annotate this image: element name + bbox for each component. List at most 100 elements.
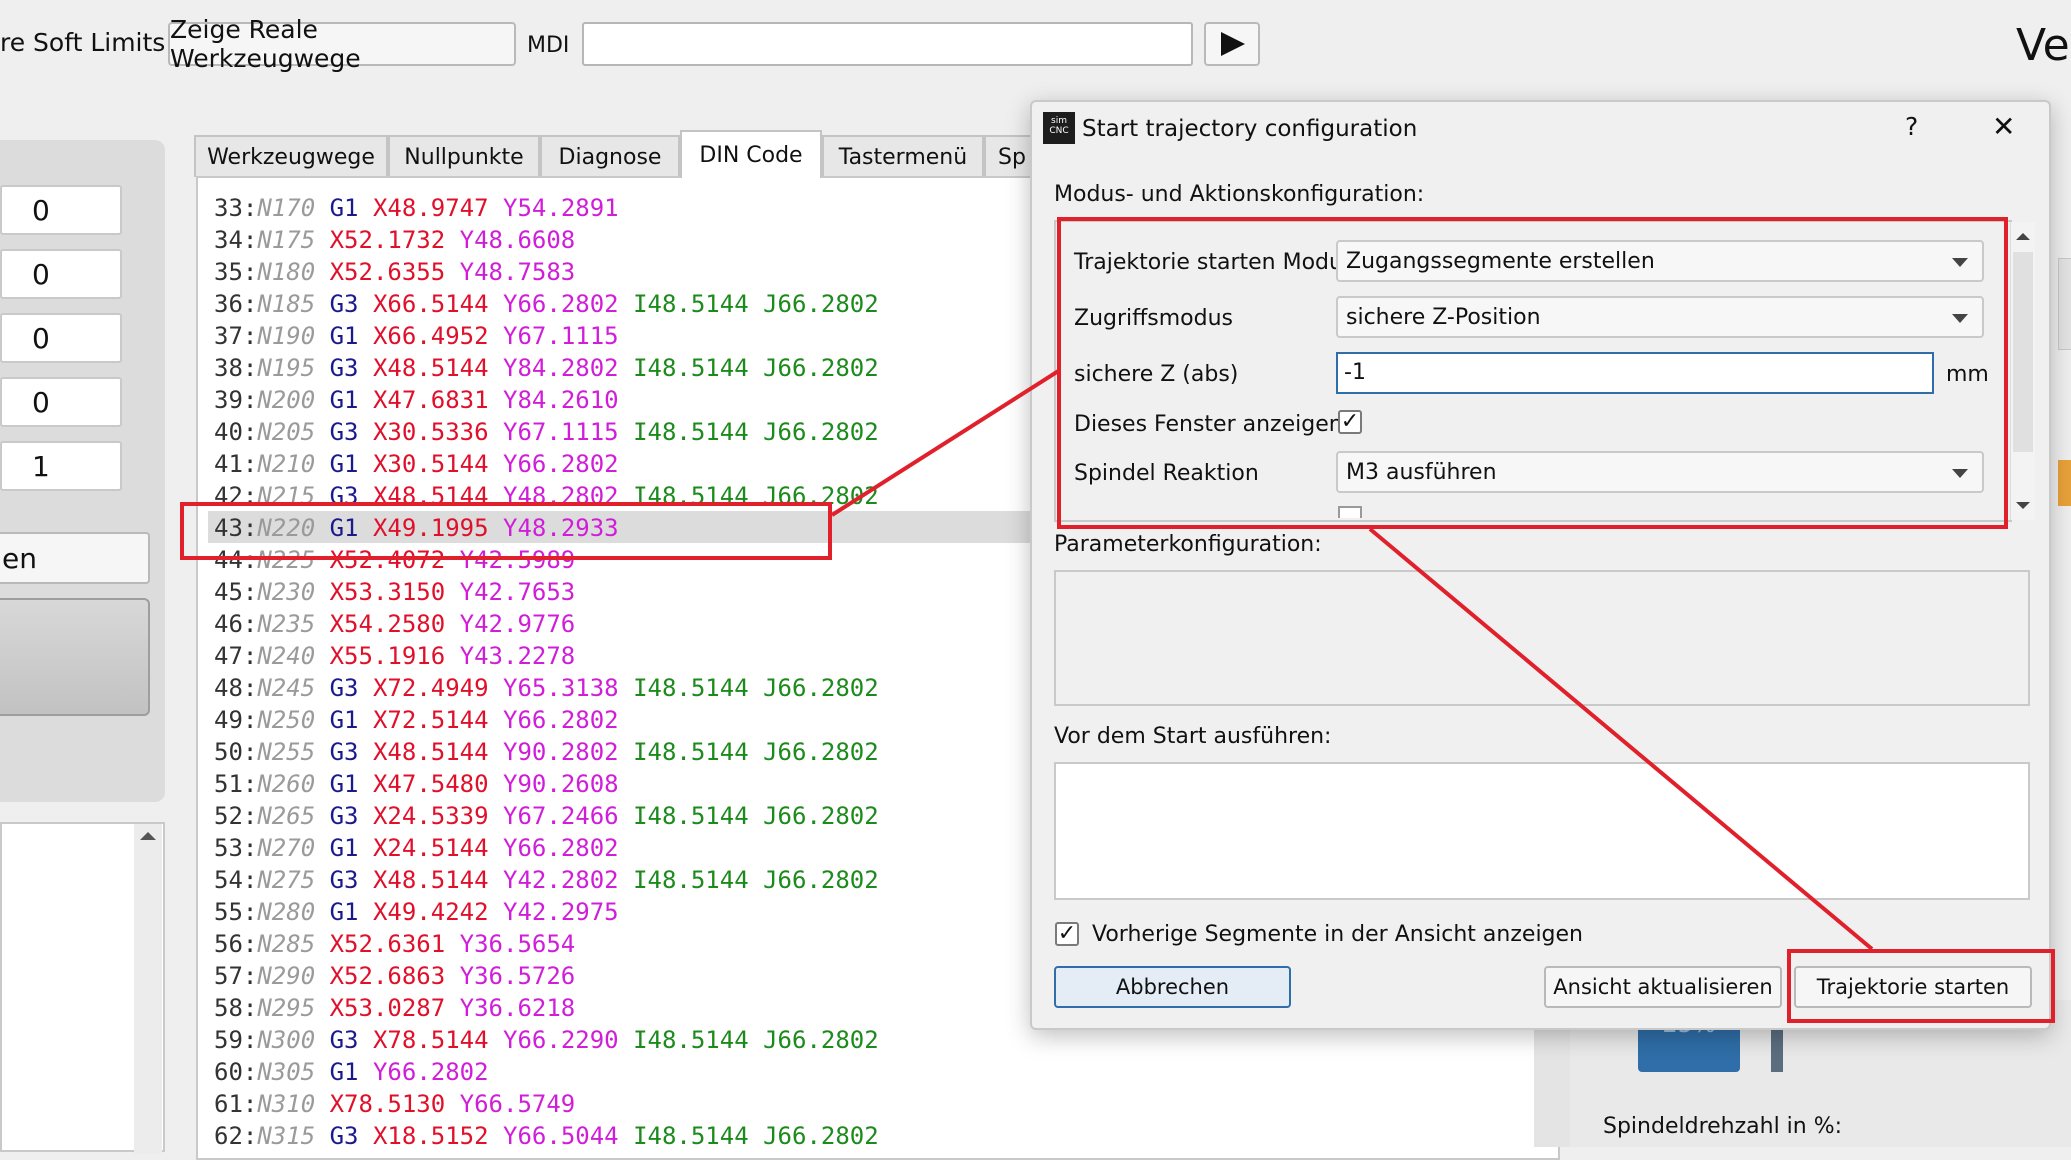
gcode-word: Y36.6218 [459,994,576,1022]
gcode-line[interactable]: 57:N290 X52.6863 Y36.5726 [214,960,575,992]
gcode-line[interactable]: 58:N295 X53.0287 Y36.6218 [214,992,575,1024]
block-number: N185 [257,290,316,318]
close-icon[interactable]: ✕ [1992,110,2015,143]
gcode-word: X18.5152 [372,1122,489,1150]
gcode-line[interactable]: 35:N180 X52.6355 Y48.7583 [214,256,575,288]
gcode-line[interactable]: 33:N170 G1 X48.9747 Y54.2891 [214,192,619,224]
gcode-word: Y67.1115 [503,322,619,350]
tab-din-code[interactable]: DIN Code [680,130,822,178]
gcode-word: Y66.2290 [503,1026,619,1054]
gcode-word: X55.1916 [329,642,446,670]
line-number: 49: [214,706,258,734]
line-number: 41: [214,450,258,478]
right-edge-widget [2058,258,2071,350]
gcode-line[interactable]: 45:N230 X53.3150 Y42.7653 [214,576,575,608]
block-number: N310 [257,1090,316,1118]
tab-nullpunkte[interactable]: Nullpunkte [388,135,540,177]
mdi-run-button[interactable] [1204,22,1260,66]
gcode-line[interactable]: 55:N280 G1 X49.4242 Y42.2975 [214,896,619,928]
gcode-line[interactable]: 47:N240 X55.1916 Y43.2278 [214,640,575,672]
mdi-input[interactable] [582,22,1193,66]
dro-field-2[interactable]: 0 [0,249,122,299]
gcode-word: G1 [329,898,359,926]
simcnc-logo-icon: sim CNC [1043,112,1075,144]
gcode-word: I48.5144 [633,738,749,766]
gcode-word: G3 [329,866,359,894]
gcode-line[interactable]: 59:N300 G3 X78.5144 Y66.2290 I48.5144 J6… [214,1024,879,1056]
dro-field-5[interactable]: 1 [0,441,122,491]
gcode-line[interactable]: 37:N190 G1 X66.4952 Y67.1115 [214,320,619,352]
dro-field-4[interactable]: 0 [0,377,122,427]
gcode-word: Y42.2802 [503,866,619,894]
gcode-word: I48.5144 [633,418,749,446]
gcode-line[interactable]: 49:N250 G1 X72.5144 Y66.2802 [214,704,619,736]
gcode-word: J66.2802 [763,866,879,894]
gcode-line[interactable]: 46:N235 X54.2580 Y42.9776 [214,608,575,640]
line-number: 48: [214,674,258,702]
block-number: N235 [257,610,316,638]
spindle-speed-label: Spindeldrehzahl in %: [1603,1114,1843,1139]
tab-werkzeugwege[interactable]: Werkzeugwege [194,135,388,177]
dro-field-3[interactable]: 0 [0,313,122,363]
gcode-word: Y36.5726 [459,962,576,990]
gcode-word: Y84.2802 [503,354,619,382]
gcode-word: G3 [329,674,359,702]
gcode-line[interactable]: 40:N205 G3 X30.5336 Y67.1115 I48.5144 J6… [214,416,879,448]
gcode-word: G1 [329,1058,359,1086]
gcode-word: X48.5144 [372,738,489,766]
gcode-line[interactable]: 56:N285 X52.6361 Y36.5654 [214,928,575,960]
gcode-word: Y66.2802 [503,450,619,478]
right-edge-orange [2058,460,2071,506]
scrollbar-thumb[interactable] [2013,252,2033,452]
gcode-word: J66.2802 [763,418,879,446]
line-number: 39: [214,386,258,414]
left-action-button[interactable]: en [0,532,150,584]
gcode-line[interactable]: 39:N200 G1 X47.6831 Y84.2610 [214,384,619,416]
left-list-scrollbar[interactable] [134,824,162,1154]
cancel-button[interactable]: Abbrechen [1054,966,1291,1008]
show-real-toolpaths-button[interactable]: Zeige Reale Werkzeugwege [168,15,516,73]
pre-start-script-editor[interactable] [1054,762,2030,900]
gcode-word: Y66.2802 [503,290,619,318]
gcode-line[interactable]: 48:N245 G3 X72.4949 Y65.3138 I48.5144 J6… [214,672,879,704]
line-number: 33: [214,194,258,222]
dro-field-1[interactable]: 0 [0,185,122,235]
prev-segments-checkbox[interactable]: ✓ [1055,922,1079,946]
gcode-line[interactable]: 54:N275 G3 X48.5144 Y42.2802 I48.5144 J6… [214,864,879,896]
block-number: N265 [257,802,316,830]
gcode-line[interactable]: 38:N195 G3 X48.5144 Y84.2802 I48.5144 J6… [214,352,879,384]
gcode-word: G3 [329,290,359,318]
block-number: N285 [257,930,316,958]
block-number: N300 [257,1026,316,1054]
gcode-word: X49.4242 [372,898,489,926]
tab-diagnose[interactable]: Diagnose [540,135,680,177]
gcode-line[interactable]: 53:N270 G1 X24.5144 Y66.2802 [214,832,619,864]
gcode-word: X24.5339 [372,802,489,830]
gcode-line[interactable]: 60:N305 G1 Y66.2802 [214,1056,489,1088]
gcode-line[interactable]: 62:N315 G3 X18.5152 Y66.5044 I48.5144 J6… [214,1120,879,1152]
block-number: N210 [257,450,316,478]
block-number: N170 [257,194,316,222]
soft-limits-label[interactable]: re Soft Limits [0,28,165,57]
gcode-line[interactable]: 52:N265 G3 X24.5339 Y67.2466 I48.5144 J6… [214,800,879,832]
gcode-word: J66.2802 [763,354,879,382]
gcode-word: G3 [329,802,359,830]
gcode-line[interactable]: 51:N260 G1 X47.5480 Y90.2608 [214,768,619,800]
block-number: N180 [257,258,316,286]
gcode-line[interactable]: 34:N175 X52.1732 Y48.6608 [214,224,575,256]
help-button[interactable]: ? [1905,112,1918,141]
gcode-word: Y48.7583 [459,258,576,286]
mode-section-scrollbar[interactable] [2010,222,2035,520]
gcode-line[interactable]: 61:N310 X78.5130 Y66.5749 [214,1088,575,1120]
tab-tastermenue[interactable]: Tastermenü [822,135,984,177]
gcode-line[interactable]: 50:N255 G3 X48.5144 Y90.2802 I48.5144 J6… [214,736,879,768]
dialog-title: Start trajectory configuration [1082,116,1418,142]
refresh-view-button[interactable]: Ansicht aktualisieren [1544,966,1782,1008]
gcode-line[interactable]: 36:N185 G3 X66.5144 Y66.2802 I48.5144 J6… [214,288,879,320]
gcode-line[interactable]: 41:N210 G1 X30.5144 Y66.2802 [214,448,619,480]
block-number: N195 [257,354,316,382]
gcode-word: Y54.2891 [503,194,619,222]
left-large-button[interactable] [0,598,150,716]
gcode-word: Y66.2802 [372,1058,489,1086]
line-number: 34: [214,226,258,254]
